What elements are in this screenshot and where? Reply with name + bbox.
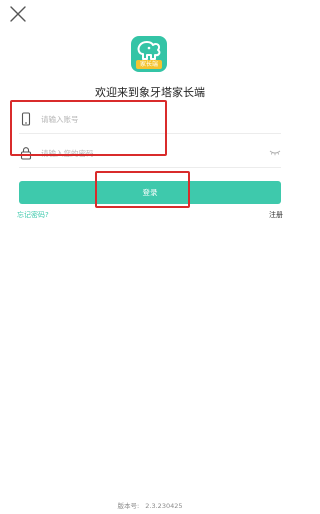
account-field[interactable] [19,106,281,134]
version-info: 版本号: 2.3.230425 [0,500,300,510]
password-input[interactable] [41,144,251,162]
phone-icon [21,112,31,126]
lock-icon [20,147,32,160]
password-field[interactable] [19,140,281,168]
eye-closed-icon[interactable] [269,148,281,157]
app-logo: 家长端 [131,36,167,72]
logo-tag: 家长端 [136,60,162,69]
close-button[interactable] [8,4,28,24]
account-input[interactable] [41,110,251,128]
forgot-password-link[interactable]: 忘记密码? [17,210,49,220]
close-icon [10,6,26,22]
version-label: 版本号: [117,502,140,510]
register-link[interactable]: 注册 [269,210,283,220]
welcome-title: 欢迎来到象牙塔家长端 [95,86,205,99]
version-value: 2.3.230425 [145,502,183,510]
login-button[interactable]: 登录 [19,181,281,204]
